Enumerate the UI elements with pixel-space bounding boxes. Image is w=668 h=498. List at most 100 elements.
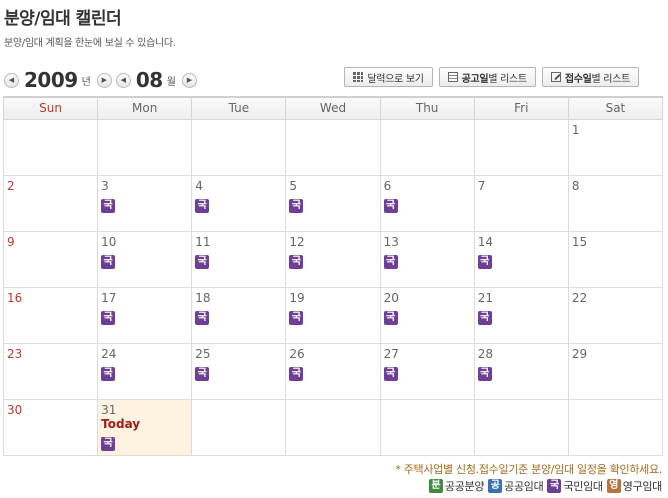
day-cell[interactable]: 5국	[285, 174, 381, 232]
national-rental-badge[interactable]: 국	[101, 366, 116, 381]
today-label: Today	[101, 416, 141, 431]
day-number: 7	[477, 178, 486, 193]
national-rental-badge[interactable]: 국	[383, 366, 398, 381]
day-cell	[379, 118, 475, 176]
day-cell[interactable]: 28 국	[473, 342, 569, 400]
day-cell[interactable]: 4국	[191, 174, 287, 232]
day-cell[interactable]: 11 국	[191, 230, 287, 288]
prev-year-button[interactable]: ◀	[4, 72, 19, 88]
day-number: 25	[195, 346, 211, 361]
national-rental-badge[interactable]: 국	[195, 310, 210, 325]
prev-month-button[interactable]: ◀	[115, 72, 131, 88]
national-rental-badge[interactable]: 국	[101, 436, 116, 451]
day-cell[interactable]: 8	[567, 174, 664, 232]
day-number: 9	[7, 234, 15, 249]
day-cell[interactable]: 31 Today 국	[97, 398, 193, 456]
week-row: 23국4국5국6국78	[2, 174, 664, 232]
week-row: 30 31 Today 국	[2, 398, 664, 456]
national-rental-badge[interactable]: 국	[289, 366, 304, 381]
calendar-view-button[interactable]: 달력으로 보기	[344, 67, 433, 87]
national-rental-badge[interactable]: 국	[101, 198, 116, 213]
national-rental-badge[interactable]: 국	[477, 310, 492, 325]
notice-date-list-label: 공고일별 리스트	[461, 73, 527, 85]
national-rental-badge[interactable]: 국	[383, 198, 398, 213]
national-rental-badge[interactable]: 국	[477, 254, 492, 269]
day-number: 8	[571, 178, 580, 193]
next-year-button[interactable]: ▶	[96, 72, 112, 88]
day-number: 31	[101, 402, 117, 417]
national-rental-badge[interactable]: 국	[477, 366, 492, 381]
day-cell[interactable]: 29	[567, 342, 664, 400]
edit-icon	[550, 72, 561, 82]
day-number: 5	[289, 178, 298, 193]
day-cell[interactable]: 22	[567, 286, 664, 344]
day-cell[interactable]: 17 국	[97, 286, 193, 344]
day-cell[interactable]: 6국	[379, 174, 475, 232]
day-cell	[191, 118, 287, 176]
day-cell[interactable]: 19 국	[285, 286, 381, 344]
national-rental-badge[interactable]: 국	[195, 254, 210, 269]
day-cell[interactable]: 27 국	[379, 342, 475, 400]
public-rental-badge: 공	[488, 479, 503, 493]
day-number: 18	[195, 290, 211, 305]
day-cell[interactable]: 18 국	[191, 286, 287, 344]
day-cell[interactable]: 1	[567, 118, 664, 176]
day-cell[interactable]: 26 국	[285, 342, 381, 400]
day-cell[interactable]: 2	[2, 174, 99, 232]
day-cell	[567, 398, 664, 456]
day-number: 4	[195, 178, 203, 193]
year-display: 2009	[24, 68, 78, 92]
day-cell	[473, 398, 569, 456]
day-cell[interactable]: 10 국	[97, 230, 193, 288]
national-rental-badge[interactable]: 국	[289, 310, 304, 325]
day-number: 11	[195, 234, 211, 249]
day-number: 19	[289, 290, 305, 305]
day-cell[interactable]: 24 국	[97, 342, 193, 400]
page-title: 분양/임대 캘린더	[4, 9, 122, 29]
day-cell[interactable]: 3국	[97, 174, 193, 232]
legend-national-rental: 국 국민임대	[547, 478, 603, 494]
calendar-view-label: 달력으로 보기	[367, 73, 424, 85]
weekday-fri: Fri	[473, 96, 569, 120]
day-cell[interactable]: 13 국	[379, 230, 475, 288]
day-cell[interactable]: 14 국	[473, 230, 569, 288]
day-cell[interactable]: 9	[2, 230, 99, 288]
public-sale-badge: 분	[428, 479, 443, 493]
day-cell[interactable]: 7	[473, 174, 569, 232]
day-cell	[285, 398, 381, 456]
national-rental-badge[interactable]: 국	[195, 198, 210, 213]
legend-label: 국민임대	[563, 480, 603, 493]
national-rental-badge[interactable]: 국	[289, 198, 304, 213]
day-cell[interactable]: 12 국	[285, 230, 381, 288]
day-number: 15	[571, 234, 588, 249]
day-number: 13	[383, 234, 399, 249]
national-rental-badge[interactable]: 국	[383, 254, 398, 269]
day-cell[interactable]: 25 국	[191, 342, 287, 400]
permanent-rental-badge: 영	[606, 479, 621, 493]
national-rental-badge[interactable]: 국	[383, 310, 398, 325]
national-rental-badge[interactable]: 국	[289, 254, 304, 269]
weekday-sat: Sat	[567, 96, 664, 120]
day-number: 28	[477, 346, 493, 361]
day-number: 23	[7, 346, 23, 361]
day-number: 26	[289, 346, 305, 361]
day-cell	[473, 118, 569, 176]
day-cell[interactable]: 30	[2, 398, 99, 456]
legend-label: 공공분양	[444, 480, 485, 493]
day-cell[interactable]: 23	[2, 342, 99, 400]
receipt-date-list-button[interactable]: 접수일별 리스트	[541, 67, 639, 87]
national-rental-badge[interactable]: 국	[101, 254, 116, 269]
notice-date-list-button[interactable]: 공고일별 리스트	[438, 67, 536, 87]
day-cell[interactable]: 21 국	[473, 286, 569, 344]
legend-permanent-rental: 영 영구임대	[606, 478, 662, 494]
weekday-tue: Tue	[191, 96, 287, 120]
national-rental-badge[interactable]: 국	[101, 310, 116, 325]
day-cell[interactable]: 16	[2, 286, 99, 344]
day-cell[interactable]: 15	[567, 230, 664, 288]
next-month-button[interactable]: ▶	[181, 72, 197, 88]
weekday-mon: Mon	[97, 96, 193, 120]
national-rental-badge[interactable]: 국	[195, 366, 210, 381]
legend-public-sale: 분 공공분양	[428, 478, 485, 494]
day-number: 12	[289, 234, 305, 249]
day-cell[interactable]: 20 국	[379, 286, 475, 344]
